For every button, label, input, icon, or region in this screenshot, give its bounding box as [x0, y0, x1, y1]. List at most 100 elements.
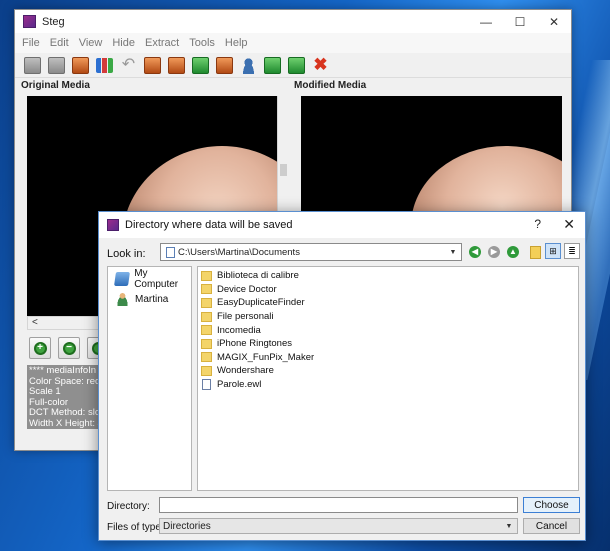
folder-name: EasyDuplicateFinder: [217, 297, 305, 309]
toolbar-delete-icon[interactable]: ✖: [312, 56, 329, 74]
toolbar-undo-icon[interactable]: ↶: [120, 56, 137, 74]
new-folder-icon: [529, 245, 541, 259]
toolbar-key-icon[interactable]: [264, 56, 281, 74]
menu-edit[interactable]: Edit: [50, 37, 69, 49]
folder-name: Wondershare: [217, 365, 274, 377]
menu-extract[interactable]: Extract: [145, 37, 179, 49]
modified-media-label: Modified Media: [294, 80, 367, 91]
folder-icon: [201, 297, 212, 308]
back-arrow-icon: ◀: [469, 246, 481, 258]
toolbar-hide-icon[interactable]: [144, 56, 161, 74]
file-name: Parole.ewl: [217, 379, 262, 391]
original-media-label: Original Media: [21, 80, 90, 91]
menu-view[interactable]: View: [79, 37, 103, 49]
info-line: **** mediaInfoIn: [29, 365, 97, 376]
scroll-left-arrow[interactable]: <: [32, 317, 38, 328]
file-list: Biblioteca di calibre Device Doctor Easy…: [197, 266, 579, 491]
folder-icon: [201, 270, 212, 281]
toolbar: ↶ ✖: [15, 53, 571, 78]
dialog-title-bar[interactable]: Directory where data will be saved ? ✕: [99, 212, 585, 238]
zoom-out-icon: −: [62, 341, 76, 355]
media-info-panel: **** mediaInfoIn Color Space: red/g Scal…: [27, 365, 105, 429]
maximize-button[interactable]: ☐: [503, 10, 537, 33]
user-folder-icon: [115, 292, 130, 306]
files-of-type-dropdown[interactable]: Directories ▼: [159, 518, 518, 534]
list-item[interactable]: EasyDuplicateFinder: [198, 296, 578, 310]
toolbar-extract-icon[interactable]: [168, 56, 185, 74]
place-label: My Computer: [134, 268, 179, 290]
zoom-out-button[interactable]: −: [58, 337, 80, 359]
folder-icon: [201, 338, 212, 349]
minimize-button[interactable]: —: [469, 10, 503, 33]
list-item[interactable]: File personali: [198, 310, 578, 324]
toolbar-book-icon[interactable]: [288, 56, 305, 74]
window-title: Steg: [42, 15, 65, 28]
forward-button[interactable]: ▶: [486, 244, 502, 260]
detail-view-button[interactable]: ⊞: [545, 243, 561, 259]
help-button[interactable]: ?: [534, 217, 541, 231]
new-folder-button[interactable]: [527, 244, 543, 260]
place-martina[interactable]: Martina: [108, 289, 191, 309]
choose-button[interactable]: Choose: [523, 497, 580, 513]
place-my-computer[interactable]: My Computer: [108, 268, 191, 290]
look-in-label: Look in:: [107, 248, 146, 260]
toolbar-user-icon[interactable]: [240, 56, 257, 74]
folder-name: MAGIX_FunPix_Maker: [217, 351, 315, 363]
directory-input[interactable]: [159, 497, 518, 513]
dialog-close-button[interactable]: ✕: [563, 216, 575, 233]
directory-label: Directory:: [107, 501, 150, 512]
list-item[interactable]: iPhone Ringtones: [198, 337, 578, 351]
up-arrow-icon: ▲: [507, 246, 519, 258]
menu-bar: File Edit View Hide Extract Tools Help: [15, 33, 571, 53]
title-bar[interactable]: Steg — ☐ ✕: [15, 10, 571, 33]
list-item[interactable]: MAGIX_FunPix_Maker: [198, 351, 578, 365]
toolbar-media-icon[interactable]: [72, 56, 89, 74]
folder-name: iPhone Ringtones: [217, 338, 292, 350]
chevron-down-icon[interactable]: ▼: [501, 519, 517, 533]
list-item[interactable]: Incomedia: [198, 323, 578, 337]
look-in-dropdown[interactable]: C:\Users\Martina\Documents ▼: [160, 243, 462, 261]
folder-icon: [201, 365, 212, 376]
list-view-button[interactable]: ≣: [564, 243, 580, 259]
documents-folder-icon: [166, 246, 175, 258]
list-item[interactable]: Parole.ewl: [198, 378, 578, 392]
list-item[interactable]: Biblioteca di calibre: [198, 269, 578, 283]
folder-name: File personali: [217, 311, 274, 323]
forward-arrow-icon: ▶: [488, 246, 500, 258]
info-line: Scale 1: [29, 386, 61, 397]
menu-hide[interactable]: Hide: [112, 37, 135, 49]
modified-media-view[interactable]: [301, 96, 562, 224]
toolbar-package-icon[interactable]: [216, 56, 233, 74]
folder-icon: [201, 284, 212, 295]
toolbar-chart-icon[interactable]: [96, 57, 113, 73]
menu-file[interactable]: File: [22, 37, 40, 49]
menu-tools[interactable]: Tools: [189, 37, 215, 49]
list-item[interactable]: Device Doctor: [198, 283, 578, 297]
folder-icon: [201, 311, 212, 322]
toolbar-save-icon[interactable]: [48, 56, 65, 74]
place-label: Martina: [135, 293, 169, 305]
zoom-in-button[interactable]: +: [29, 337, 51, 359]
scroll-thumb[interactable]: [280, 164, 287, 176]
list-view-icon: ≣: [568, 245, 576, 256]
dialog-title: Directory where data will be saved: [125, 219, 293, 231]
menu-help[interactable]: Help: [225, 37, 248, 49]
files-of-type-label: Files of type:: [107, 522, 164, 533]
info-line: Width X Height: 48: [29, 417, 105, 429]
folder-icon: [201, 352, 212, 363]
close-button[interactable]: ✕: [537, 10, 571, 33]
list-item[interactable]: Wondershare: [198, 364, 578, 378]
cancel-button[interactable]: Cancel: [523, 518, 580, 534]
zoom-in-icon: +: [33, 341, 47, 355]
back-button[interactable]: ◀: [467, 244, 483, 260]
steg-app-icon: [107, 219, 119, 231]
files-of-type-value: Directories: [163, 520, 211, 532]
look-in-path: C:\Users\Martina\Documents: [178, 246, 300, 258]
computer-icon: [114, 272, 131, 286]
steg-app-icon: [23, 15, 36, 28]
toolbar-floppy-icon[interactable]: [192, 56, 209, 74]
up-folder-button[interactable]: ▲: [505, 244, 521, 260]
chevron-down-icon[interactable]: ▼: [445, 244, 461, 260]
toolbar-open-icon[interactable]: [24, 56, 41, 74]
folder-icon: [201, 325, 212, 336]
